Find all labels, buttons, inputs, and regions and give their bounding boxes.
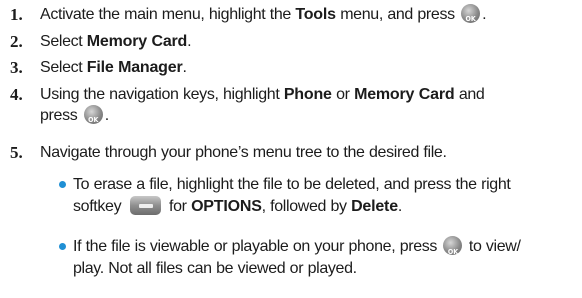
instructions-page: 1. Activate the main menu, highlight the…	[0, 0, 582, 298]
bullet-icon	[59, 243, 66, 250]
step-number: 2.	[10, 32, 23, 51]
step-text: Select Memory Card.	[40, 33, 192, 50]
bullet-icon	[59, 181, 66, 188]
step-number: 1.	[10, 5, 23, 24]
step-number: 4.	[10, 85, 23, 104]
options-label: OPTIONS	[191, 198, 262, 215]
menu-name-memory-card: Memory Card	[86, 33, 188, 50]
ok-button-icon	[443, 236, 463, 263]
step-text: Using the navigation keys, highlight Pho…	[40, 84, 572, 131]
right-softkey-icon	[129, 196, 161, 215]
step-text: Activate the main menu, highlight the To…	[40, 4, 572, 30]
menu-name-tools: Tools	[295, 6, 336, 23]
step-number: 5.	[10, 143, 23, 162]
ok-button-icon	[461, 4, 481, 30]
step-number: 3.	[10, 58, 23, 77]
bullet-text: If the file is viewable or playable on y…	[73, 236, 572, 280]
step-text: Select File Manager.	[40, 59, 187, 76]
bullet-text: To erase a file, highlight the file to b…	[73, 176, 511, 215]
menu-name-file-manager: File Manager	[86, 59, 183, 76]
ok-button-icon	[83, 105, 103, 131]
option-memory-card: Memory Card	[354, 86, 455, 103]
delete-label: Delete	[351, 198, 398, 215]
option-phone: Phone	[283, 86, 332, 103]
step-text: Navigate through your phone’s menu tree …	[40, 144, 447, 161]
